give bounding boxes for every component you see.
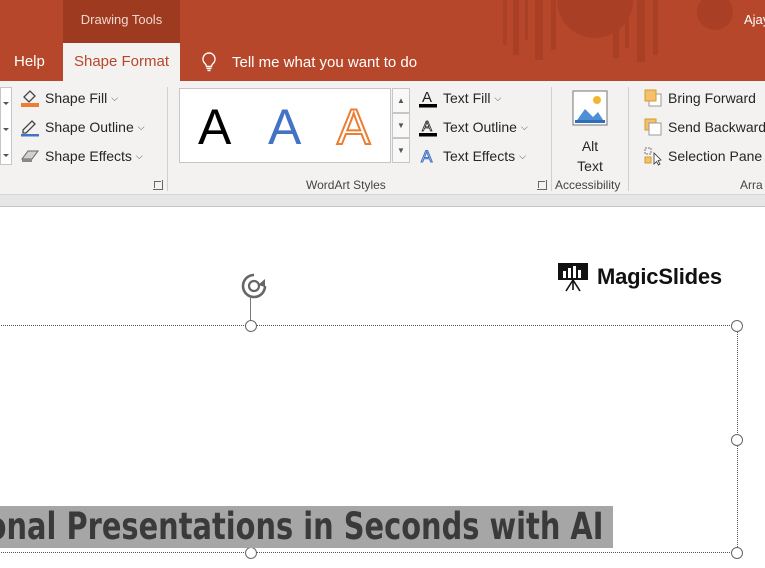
wordart-gallery-scroll: ▲ ▼ ▼	[392, 88, 410, 163]
wordart-dialog-launcher-icon[interactable]	[537, 180, 547, 190]
resize-handle-top[interactable]	[245, 320, 257, 332]
resize-handle-bottom[interactable]	[245, 547, 257, 559]
slide-headline: Professional Presentations in Seconds wi…	[0, 506, 604, 548]
slide-canvas[interactable]: MagicSlides Professional Presentations i…	[0, 208, 765, 568]
selection-pane-label: Selection Pane	[668, 148, 763, 164]
wordart-styles-group-label: WordArt Styles	[306, 178, 386, 192]
shape-fill-label: Shape Fill	[45, 90, 108, 106]
headline-highlight[interactable]: Professional Presentations in Seconds wi…	[0, 506, 613, 548]
text-fill-icon: A	[418, 88, 438, 108]
alt-text-label-line1: Alt	[581, 138, 599, 154]
bring-forward-button[interactable]: Bring Forward	[643, 87, 756, 109]
presentation-board-icon	[558, 263, 588, 292]
send-backward-icon	[643, 117, 663, 137]
ribbon-left-scroll[interactable]	[0, 87, 12, 165]
chevron-down-icon: ⌵	[137, 121, 145, 132]
selection-pane-button[interactable]: Selection Pane	[643, 145, 762, 167]
magicslides-logo: MagicSlides	[557, 262, 722, 292]
selection-pane-icon	[643, 146, 663, 166]
tab-shape-format[interactable]: Shape Format	[63, 43, 180, 81]
shape-outline-label: Shape Outline	[45, 119, 134, 135]
drawing-tools-context-label: Drawing Tools	[63, 0, 180, 43]
ribbon-bottom-strip	[0, 195, 765, 207]
chevron-down-icon: ⌵	[111, 92, 119, 103]
send-backward-button[interactable]: Send Backward	[643, 116, 765, 138]
wordart-style-blue[interactable]: A	[268, 97, 301, 157]
shape-outline-button[interactable]: Shape Outline ⌵	[20, 116, 145, 138]
tell-me-text: Tell me what you want to do	[232, 53, 418, 71]
chevron-down-icon: ⌵	[135, 150, 143, 161]
text-fill-button[interactable]: A Text Fill ⌵	[418, 87, 501, 109]
shape-fill-button[interactable]: Shape Fill ⌵	[20, 87, 118, 109]
chevron-down-icon: ⌵	[494, 92, 502, 103]
logo-text: MagicSlides	[597, 264, 722, 289]
wordart-gallery[interactable]: A A A	[179, 88, 391, 163]
shape-effects-label: Shape Effects	[45, 148, 132, 164]
chevron-down-icon: ⌵	[519, 150, 526, 161]
alt-text-button[interactable]: Alt Text	[562, 89, 618, 174]
wordart-style-black[interactable]: A	[198, 97, 231, 157]
svg-text:A: A	[422, 89, 432, 106]
text-outline-label: Text Outline	[443, 119, 517, 135]
paint-bucket-icon	[20, 88, 40, 108]
text-fill-label: Text Fill	[443, 90, 491, 106]
title-bar: Drawing Tools Help Shape Format Tell me …	[0, 0, 765, 81]
text-outline-button[interactable]: A Text Outline ⌵	[418, 116, 528, 138]
arrange-group-label: Arra	[740, 178, 763, 192]
gallery-more-button[interactable]: ▼	[392, 138, 410, 163]
shape-styles-dialog-launcher-icon[interactable]	[153, 180, 163, 190]
alt-text-label-line2: Text	[577, 158, 603, 174]
svg-text:A: A	[421, 147, 433, 166]
ribbon: Shape Fill ⌵ Shape Outline ⌵ Shape Effec…	[0, 81, 765, 195]
bring-forward-label: Bring Forward	[668, 90, 756, 106]
resize-handle-top-right[interactable]	[731, 320, 743, 332]
lightbulb-icon	[196, 52, 222, 72]
tell-me-search[interactable]: Tell me what you want to do	[196, 43, 417, 81]
decorative-pattern	[503, 0, 733, 62]
divider	[628, 87, 629, 191]
text-effects-label: Text Effects	[443, 148, 516, 164]
bring-forward-icon	[643, 88, 663, 108]
user-name[interactable]: Ajay	[744, 12, 765, 27]
text-effects-icon: A	[418, 146, 438, 167]
accessibility-group-label: Accessibility	[555, 178, 621, 192]
text-outline-icon: A	[418, 117, 438, 137]
shape-effects-icon	[20, 146, 40, 166]
wordart-style-orange-outline[interactable]: A	[336, 97, 371, 157]
gallery-down-button[interactable]: ▼	[392, 113, 410, 138]
send-backward-label: Send Backward	[668, 119, 765, 135]
divider	[551, 87, 552, 191]
pencil-icon	[20, 117, 40, 137]
shape-effects-button[interactable]: Shape Effects ⌵	[20, 145, 143, 167]
rotate-handle-icon[interactable]	[238, 270, 270, 302]
alt-text-icon	[572, 90, 608, 126]
tab-help[interactable]: Help	[14, 43, 45, 81]
resize-handle-bottom-right[interactable]	[731, 547, 743, 559]
resize-handle-right[interactable]	[731, 434, 743, 446]
text-effects-button[interactable]: A Text Effects ⌵	[418, 145, 526, 167]
divider	[167, 87, 168, 191]
chevron-down-icon: ⌵	[520, 121, 528, 132]
svg-text:A: A	[422, 118, 432, 135]
gallery-up-button[interactable]: ▲	[392, 88, 410, 113]
